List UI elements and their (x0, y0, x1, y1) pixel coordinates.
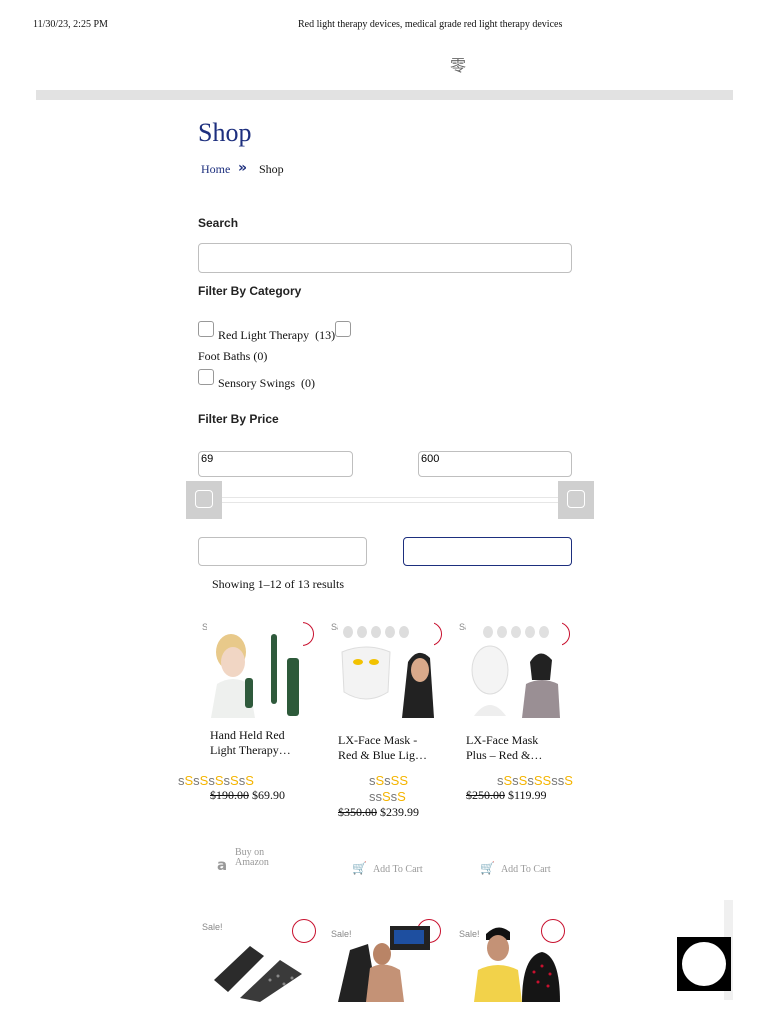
cart-icon: 🛒 (480, 861, 495, 875)
cart-icon: 🛒 (352, 861, 367, 875)
price-min-input[interactable] (198, 451, 353, 477)
price-max-input[interactable] (418, 451, 572, 477)
add-to-cart-label: Add To Cart (500, 864, 551, 875)
star-rating: sSsSS (369, 773, 409, 788)
product-image-back-belt[interactable] (210, 940, 304, 1002)
price-slider-min-handle[interactable] (186, 481, 222, 519)
category-label-foot-baths: Foot Baths (0) (198, 349, 268, 363)
breadcrumb-home-link[interactable]: Home (201, 162, 230, 177)
add-to-cart-button[interactable]: 🛒 Add To Cart (352, 859, 423, 877)
price-slider-track[interactable] (212, 497, 582, 503)
price-filter-apply-button[interactable] (403, 537, 572, 566)
product-image-red-light-cap[interactable] (466, 920, 562, 1002)
print-timestamp: 11/30/23, 2:25 PM (33, 19, 108, 30)
sale-badge: Sale! (202, 922, 223, 932)
print-doc-title: Red light therapy devices, medical grade… (298, 19, 563, 30)
product-title-link[interactable]: LX-Face Mask Plus – Red &… (466, 733, 566, 763)
nav-bar (36, 90, 733, 100)
product-title-link[interactable]: Hand Held Red Light Therapy… (210, 728, 310, 758)
product-image-handheld-red-light[interactable] (207, 622, 303, 718)
category-checkbox-red-light[interactable] (198, 321, 214, 337)
page-title: Shop (198, 118, 252, 147)
product-price: $250.00 $119.99 (466, 788, 547, 802)
category-checkbox-foot-baths[interactable] (335, 321, 351, 337)
star-rating: sSsSsSSssS (497, 773, 573, 788)
category-checkbox-sensory-swings[interactable] (198, 369, 214, 385)
product-image-lx-face-mask-plus[interactable] (466, 622, 562, 718)
site-logo-glyph: 零 (450, 56, 467, 75)
chat-widget-button[interactable] (677, 937, 731, 991)
search-label: Search (198, 216, 239, 230)
product-image-lx-face-mask[interactable] (338, 622, 434, 718)
product-price: $350.00 $239.99 (338, 805, 419, 819)
breadcrumb-separator-icon: » (238, 160, 248, 176)
star-rating: ssSsS (369, 789, 406, 804)
product-image-red-light-belt[interactable] (338, 920, 432, 1002)
breadcrumb-current: Shop (259, 162, 284, 176)
category-filter-label: Filter By Category (198, 284, 302, 298)
buy-on-amazon-label: Buy on Amazon (235, 847, 269, 868)
results-count: Showing 1–12 of 13 results (212, 577, 344, 591)
star-rating: sSsSsSsSsS (178, 773, 254, 788)
price-filter-reset-button[interactable] (198, 537, 367, 566)
price-slider-max-handle[interactable] (558, 481, 594, 519)
product-title-link[interactable]: LX-Face Mask - Red & Blue Lig… (338, 733, 438, 763)
amazon-icon: a (217, 856, 228, 874)
category-label-sensory-swings: Sensory Swings (0) (218, 376, 316, 390)
category-label-red-light: Red Light Therapy (13) (218, 328, 336, 342)
product-price: $190.00 $69.90 (210, 788, 285, 802)
search-input[interactable] (198, 243, 572, 273)
add-to-cart-label: Add To Cart (372, 864, 423, 875)
add-to-cart-button[interactable]: 🛒 Add To Cart (480, 859, 551, 877)
price-filter-label: Filter By Price (198, 412, 279, 426)
